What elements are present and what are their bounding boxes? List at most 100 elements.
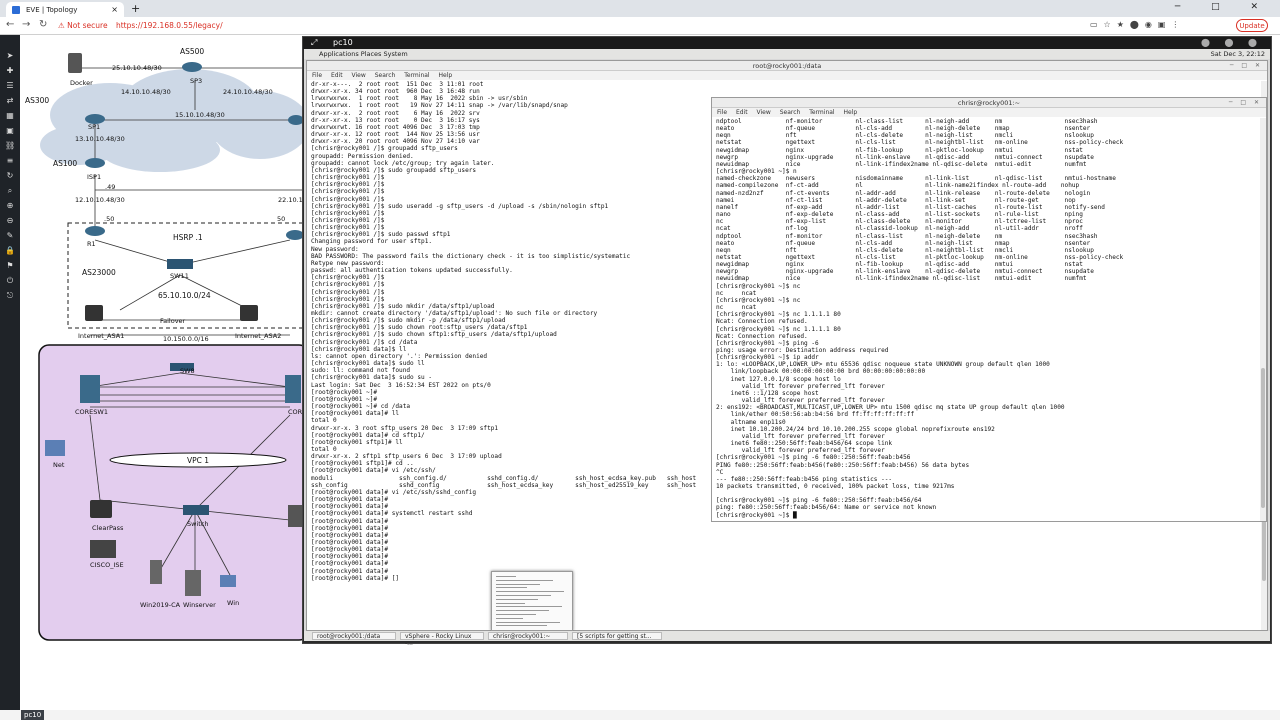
node-task-chip[interactable]: pc10 bbox=[21, 710, 45, 720]
menu-file[interactable]: File bbox=[717, 109, 727, 116]
topology-label: Failover bbox=[160, 317, 186, 325]
not-secure-label[interactable]: ⚠ Not secure bbox=[58, 21, 108, 30]
window-preview-thumbnail[interactable] bbox=[491, 571, 573, 631]
window-controls[interactable]: ─ □ ✕ bbox=[1175, 2, 1272, 12]
exit-icon[interactable]: ⎋ bbox=[5, 291, 15, 300]
terminal-window-buttons[interactable]: ─ □ ✕ bbox=[1229, 99, 1262, 106]
zoom-in-icon[interactable]: ⊕ bbox=[5, 201, 15, 210]
new-tab-button[interactable]: + bbox=[131, 2, 140, 15]
topology-label: 13.10.10.48/30 bbox=[75, 135, 125, 143]
menu-file[interactable]: File bbox=[312, 72, 322, 79]
topology-label: 65.10.10.0/24 bbox=[158, 291, 211, 300]
topology-label: Net bbox=[53, 461, 65, 469]
terminal-window-buttons[interactable]: ─ □ ✕ bbox=[1230, 62, 1263, 69]
task-chrisr-terminal[interactable]: chrisr@rocky001:~ bbox=[488, 632, 568, 640]
vnc-controls[interactable]: ⬤ ⬤ ⬤ bbox=[1201, 38, 1263, 47]
topology-label: SP1 bbox=[88, 123, 101, 131]
menu-terminal[interactable]: Terminal bbox=[809, 109, 834, 116]
preview-line bbox=[496, 583, 540, 585]
topology-label: VPC 1 bbox=[187, 456, 210, 465]
vnc-title-bar[interactable]: ⤢ pc10 ⬤ ⬤ ⬤ bbox=[303, 37, 1271, 49]
url-field[interactable]: ⚠ Not secure https://192.168.0.55/legacy… bbox=[58, 20, 1078, 33]
arrows-icon[interactable]: ⇄ bbox=[5, 96, 15, 105]
menu-edit[interactable]: Edit bbox=[736, 109, 748, 116]
task-scripts[interactable]: [5 scripts for getting st... bbox=[572, 632, 662, 640]
menu-help[interactable]: Help bbox=[439, 72, 453, 79]
chart-icon[interactable]: ▦ bbox=[5, 111, 15, 120]
topology-label: .50 bbox=[104, 215, 115, 223]
power-icon[interactable]: ⏻ bbox=[5, 276, 15, 285]
terminal-chrisr-home[interactable]: chrisr@rocky001:~ ─ □ ✕ File Edit View S… bbox=[711, 97, 1267, 522]
preview-line bbox=[496, 591, 564, 593]
preview-line bbox=[496, 625, 547, 627]
terminal-scrollbar[interactable] bbox=[1260, 118, 1266, 521]
back-icon[interactable]: ← bbox=[6, 19, 14, 30]
terminal-output[interactable]: ndptool nf-monitor nl-class-list nl-neig… bbox=[712, 117, 1266, 521]
topology-label: 25.10.10.48/30 bbox=[112, 64, 162, 72]
menu-search[interactable]: Search bbox=[780, 109, 801, 116]
topology-label: HSRP .1 bbox=[173, 233, 203, 242]
vnc-title: pc10 bbox=[333, 38, 353, 47]
preview-line bbox=[496, 602, 525, 604]
image-icon[interactable]: ▣ bbox=[5, 126, 15, 135]
topology-label: R1 bbox=[87, 240, 96, 248]
preview-line bbox=[496, 598, 538, 600]
topology-label: Winserver bbox=[183, 601, 216, 609]
edit-icon[interactable]: ✎ bbox=[5, 231, 15, 240]
scroll-thumb[interactable] bbox=[1261, 368, 1265, 508]
topology-label: AS23000 bbox=[82, 268, 116, 277]
topology-label: SP3 bbox=[190, 77, 203, 85]
plus-icon[interactable]: ✚ bbox=[5, 66, 15, 75]
topology-label: ClearPass bbox=[92, 524, 124, 532]
link-icon[interactable]: ⛓ bbox=[5, 141, 15, 150]
terminal-title-bar[interactable]: root@rocky001:/data ─ □ ✕ bbox=[307, 61, 1267, 71]
menu-view[interactable]: View bbox=[352, 72, 366, 79]
terminal-title-bar[interactable]: chrisr@rocky001:~ ─ □ ✕ bbox=[712, 98, 1266, 108]
topology-label: 10.150.0.0/16 bbox=[163, 335, 209, 343]
expand-icon[interactable]: ⤢ bbox=[311, 38, 317, 48]
topology-label: SW8 bbox=[180, 367, 195, 375]
menu-view[interactable]: View bbox=[757, 109, 771, 116]
topology-label: COR bbox=[288, 408, 302, 416]
gnome-taskbar: root@rocky001:/data vSphere - Rocky Linu… bbox=[304, 631, 1270, 647]
forward-icon[interactable]: → bbox=[22, 19, 30, 30]
refresh-icon[interactable]: ↻ bbox=[5, 171, 15, 180]
browser-tab-bar: EVE | Topology × + ─ □ ✕ bbox=[0, 0, 1280, 17]
zoom-out-icon[interactable]: ⊖ bbox=[5, 216, 15, 225]
menu-search[interactable]: Search bbox=[375, 72, 396, 79]
task-root-data[interactable]: root@rocky001:/data bbox=[312, 632, 396, 640]
topology-label: 50 bbox=[277, 215, 286, 223]
lock-icon[interactable]: 🔒 bbox=[5, 246, 15, 255]
menu-terminal[interactable]: Terminal bbox=[404, 72, 429, 79]
topology-label: Internet_ASA1 bbox=[78, 332, 125, 340]
topology-label: ISP1 bbox=[87, 173, 102, 181]
arrow-icon[interactable]: ➤ bbox=[5, 51, 15, 60]
browser-tab[interactable]: EVE | Topology × bbox=[6, 2, 124, 17]
preview-line bbox=[496, 576, 516, 577]
extension-icons[interactable]: ▭☆★⬤◉▣⋮ bbox=[1090, 20, 1185, 29]
panel-clock: Sat Dec 3, 22:12 bbox=[1210, 50, 1265, 58]
topology-label: SW11 bbox=[170, 272, 189, 280]
update-button[interactable]: Update bbox=[1236, 19, 1268, 32]
tab-close-icon[interactable]: × bbox=[111, 5, 118, 14]
preview-line bbox=[496, 621, 560, 623]
topology-label: Switch bbox=[187, 520, 209, 528]
menu-help[interactable]: Help bbox=[844, 109, 858, 116]
reload-icon[interactable]: ↻ bbox=[39, 19, 47, 30]
search-icon[interactable]: ⌕ bbox=[5, 186, 15, 195]
topology-label: 15.10.10.48/30 bbox=[175, 111, 225, 119]
url-text[interactable]: https://192.168.0.55/legacy/ bbox=[116, 21, 223, 30]
topology-canvas[interactable]: AS500 Docker 25.10.10.48/30 SP3 AS300 14.10.1… bbox=[20, 35, 302, 710]
topology-label: Win2019-CA bbox=[140, 601, 181, 609]
list-icon[interactable]: ≡ bbox=[5, 156, 15, 165]
bottom-bar bbox=[0, 710, 1280, 720]
preview-line bbox=[496, 610, 549, 612]
task-vsphere[interactable]: vSphere - Rocky Linux -... bbox=[400, 632, 484, 647]
topology-label: .49 bbox=[105, 183, 116, 191]
topology-label: Docker bbox=[70, 79, 93, 87]
topology-label: Win bbox=[227, 599, 240, 607]
tag-icon[interactable]: ⚑ bbox=[5, 261, 15, 270]
menu-edit[interactable]: Edit bbox=[331, 72, 343, 79]
menu-icon[interactable]: ☰ bbox=[5, 81, 15, 90]
gnome-menus[interactable]: Applications Places System bbox=[319, 50, 408, 58]
